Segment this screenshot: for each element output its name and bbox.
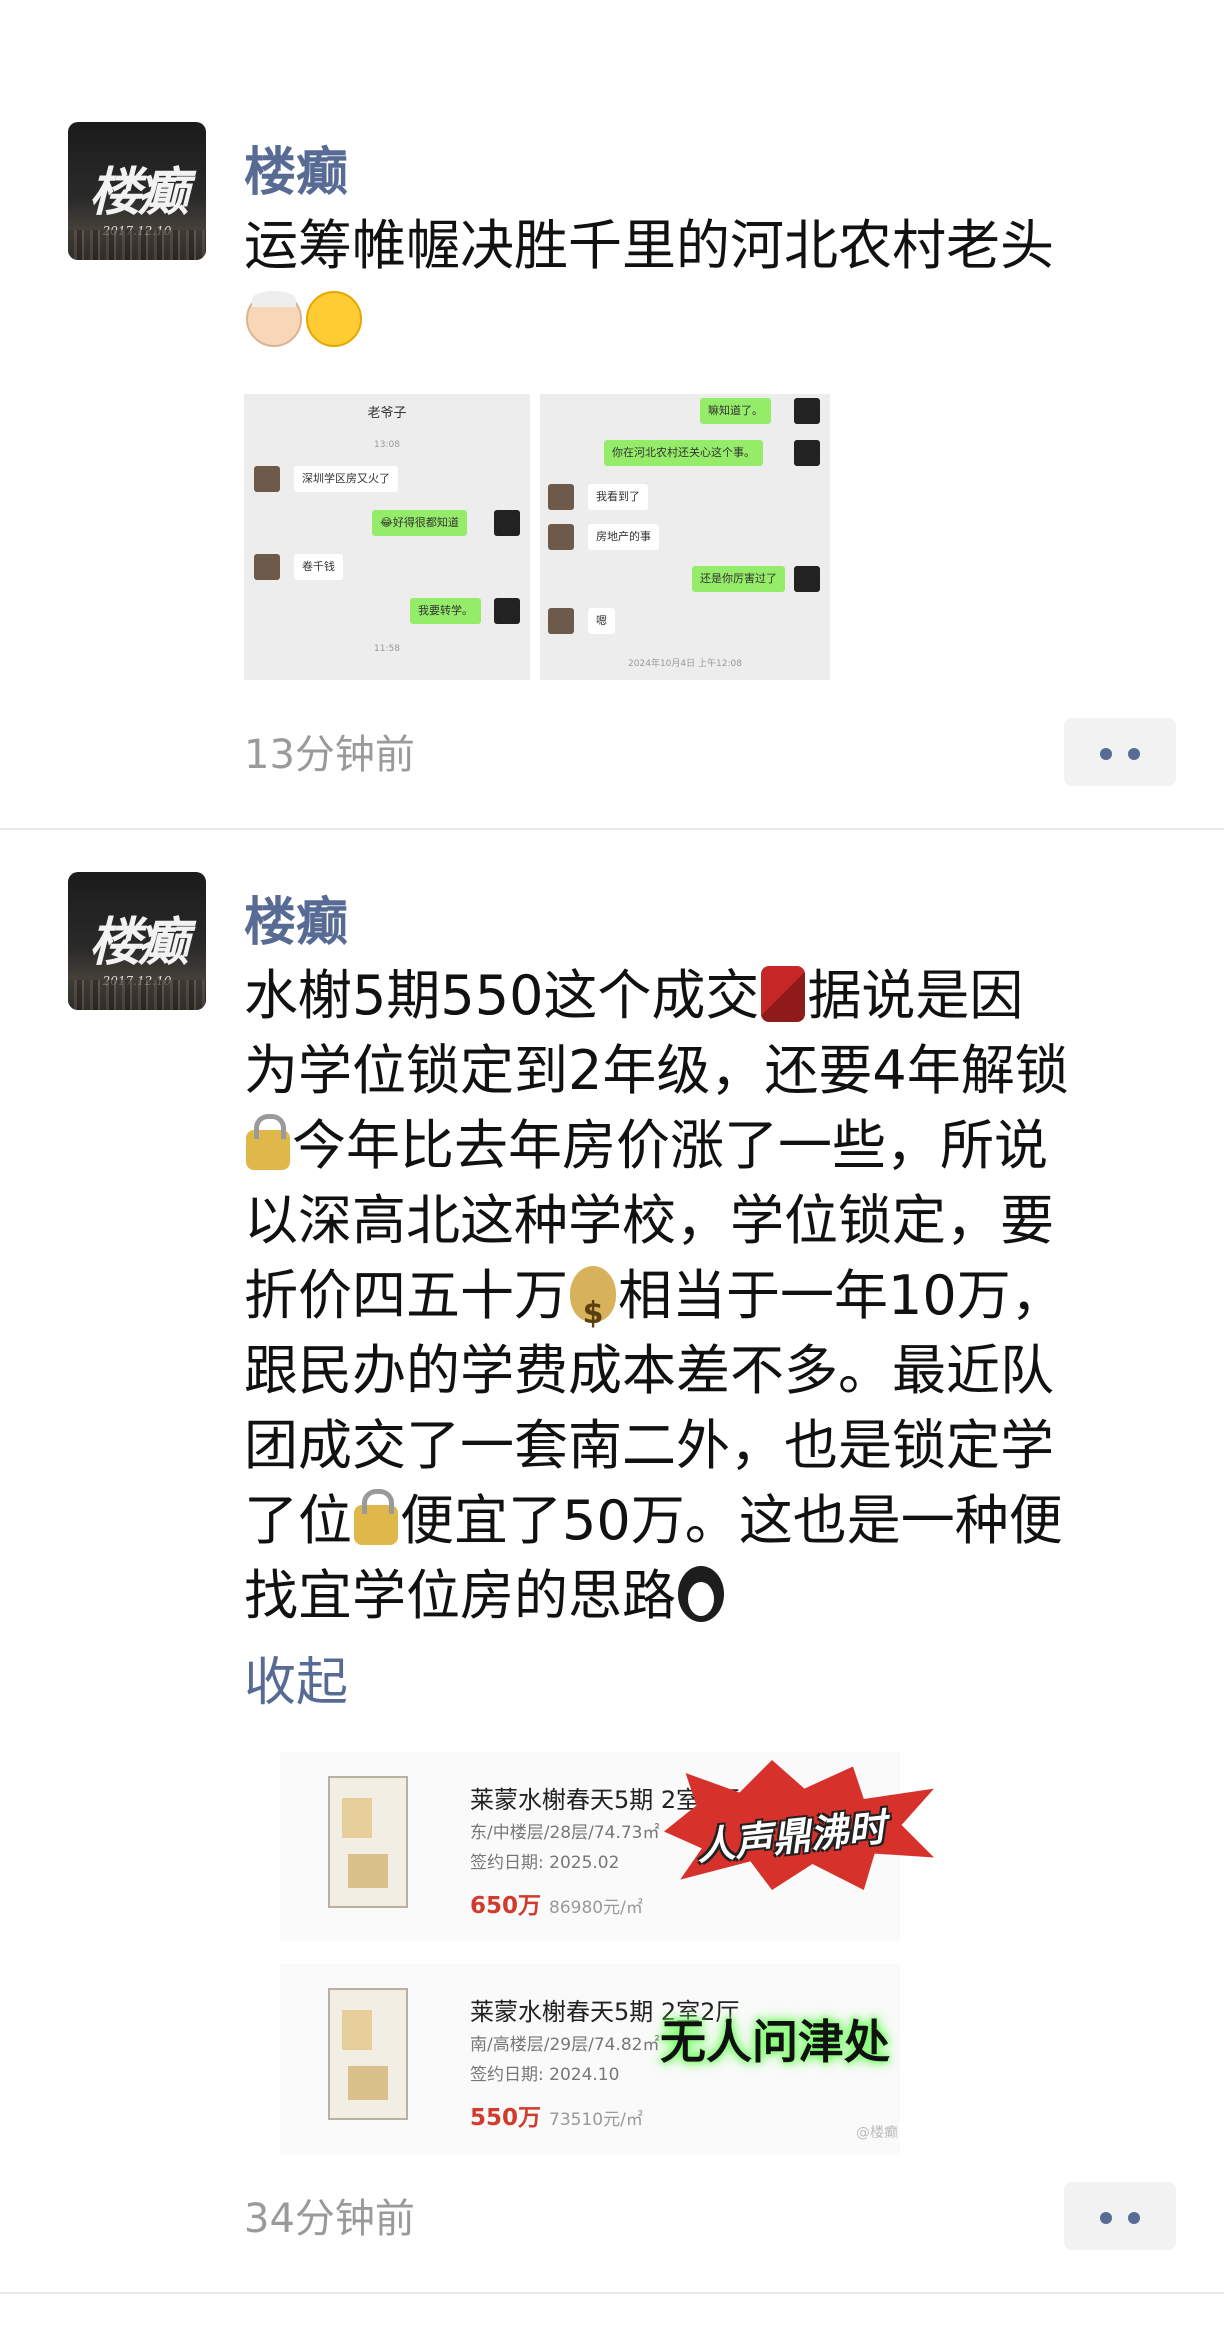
post-image-listing-comparison[interactable]: 莱蒙水榭春天5期 2室2厅 东/中楼层/28层/74.73㎡ 签约日期: 202… (280, 1742, 940, 2154)
chat-message: 嘛知道了。 (700, 398, 771, 424)
listing-unit-price: 86980元/㎡ (549, 1898, 643, 1918)
chat-avatar (794, 398, 820, 424)
post-text-line: 便宜了50万。这也是一种便 (400, 1489, 1063, 1552)
firecracker-emoji-icon (761, 966, 806, 1022)
floor-plan-image (328, 1776, 408, 1908)
listing-sign-date: 签约日期: 2024.10 (470, 2065, 620, 2085)
avatar-logo-text: 楼癫 (88, 912, 189, 973)
post-text-line: 据说是因 (807, 964, 1024, 1027)
listing-unit-price: 73510元/㎡ (549, 2110, 643, 2130)
chat-timestamp: 11:58 (374, 644, 400, 654)
chat-avatar (548, 608, 574, 634)
lock-emoji-icon (354, 1489, 398, 1545)
avatar-cityscape (68, 230, 206, 260)
chat-message: 😂好得很都知道 (372, 510, 467, 536)
avatar[interactable]: 楼癫 2017.12.10 (68, 122, 206, 260)
chat-message: 深圳学区房又火了 (294, 466, 398, 492)
post-username[interactable]: 楼癫 (244, 880, 348, 955)
chat-avatar (794, 440, 820, 466)
listing-price-row: 650万 86980元/㎡ (470, 1886, 643, 1920)
more-options-button[interactable] (1064, 718, 1176, 786)
chat-message: 卷千钱 (294, 554, 343, 580)
post-text-line: 以深高北这种学校，学位锁定，要 (244, 1189, 1054, 1252)
listing-price: 650万 (470, 1893, 542, 1919)
post-timestamp: 34分钟前 (244, 2196, 415, 2242)
post-divider (0, 828, 1224, 830)
sticker-text: 无人问津处 (660, 2015, 890, 2069)
avatar-logo-text: 楼癫 (88, 162, 189, 223)
chat-avatar (254, 466, 280, 492)
post-text-line: 团成交了一套南二外，也是锁定学 (244, 1414, 1054, 1477)
post-divider (0, 2292, 1224, 2294)
listing-meta: 东/中楼层/28层/74.73㎡ (470, 1823, 660, 1843)
listing-price: 550万 (470, 2105, 542, 2131)
listing-meta: 南/高楼层/29层/74.82㎡ (470, 2035, 660, 2055)
post-text-line: 为学位锁定到2年级，还要4年解锁 (244, 1039, 1069, 1102)
chat-header-title: 老爷子 (367, 406, 407, 421)
collapse-link[interactable]: 收起 (244, 1640, 348, 1715)
listing-sign-date: 签约日期: 2025.02 (470, 1853, 620, 1873)
chat-message: 还是你厉害过了 (692, 566, 785, 592)
money-bag-emoji-icon (570, 1266, 616, 1351)
post-text-line: 运筹帷幄决胜千里的河北农村老头 (244, 214, 1054, 277)
post-text-line: 找宜学位房的思路 (244, 1564, 676, 1627)
more-dot-icon (1100, 2212, 1112, 2224)
post-timestamp: 13分钟前 (244, 732, 415, 778)
post-text-line: 跟民办的学费成本差不多。最近队 (244, 1339, 1054, 1402)
chat-avatar (548, 524, 574, 550)
more-dot-icon (1100, 748, 1112, 760)
chat-message: 房地产的事 (588, 524, 659, 550)
older-man-emoji-icon (246, 291, 302, 347)
post-text-line: 今年比去年房价涨了一些，所说 (292, 1114, 1048, 1177)
post-image-chat-screenshot-2[interactable]: 嘛知道了。 你在河北农村还关心这个事。 我看到了 房地产的事 还是你厉害过了 嗯… (540, 394, 830, 680)
post-image-chat-screenshot-1[interactable]: 老爷子 13:08 深圳学区房又火了 😂好得很都知道 卷千钱 我要转学。 11:… (244, 394, 530, 680)
chat-avatar (794, 566, 820, 592)
chat-avatar (494, 510, 520, 536)
chat-message: 嗯 (588, 608, 615, 634)
post-text: 水榭5期550这个成交 据说是因 为学位锁定到2年级，还要4年解锁 今年比去年房价… (244, 958, 1194, 1633)
avatar[interactable]: 楼癫 2017.12.10 (68, 872, 206, 1010)
thinking-face-emoji-icon (306, 291, 362, 347)
post-text-line: 相当于一年10万， (618, 1264, 1065, 1327)
lock-emoji-icon (246, 1114, 290, 1170)
chat-message: 我看到了 (588, 484, 648, 510)
chat-message: 我要转学。 (410, 598, 481, 624)
listing-price-row: 550万 73510元/㎡ (470, 2098, 643, 2132)
chat-timestamp: 2024年10月4日 上午12:08 (628, 659, 742, 669)
post-text-line: 水榭5期550这个成交 (244, 964, 760, 1027)
chat-timestamp: 13:08 (374, 440, 400, 450)
avatar-cityscape (68, 980, 206, 1010)
more-dot-icon (1128, 748, 1140, 760)
chat-message: 你在河北农村还关心这个事。 (604, 440, 763, 466)
chat-avatar (254, 554, 280, 580)
post-username[interactable]: 楼癫 (244, 130, 348, 205)
post-text-line: 了位 (244, 1489, 352, 1552)
more-dot-icon (1128, 2212, 1140, 2224)
floor-plan-image (328, 1988, 408, 2120)
penguin-emoji-icon (678, 1566, 724, 1622)
post-text: 运筹帷幄决胜千里的河北农村老头 (244, 208, 1194, 358)
chat-avatar (548, 484, 574, 510)
image-watermark: @楼癫 (856, 2125, 898, 2141)
chat-avatar (494, 598, 520, 624)
post-text-line: 折价四五十万 (244, 1264, 568, 1327)
more-options-button[interactable] (1064, 2182, 1176, 2250)
